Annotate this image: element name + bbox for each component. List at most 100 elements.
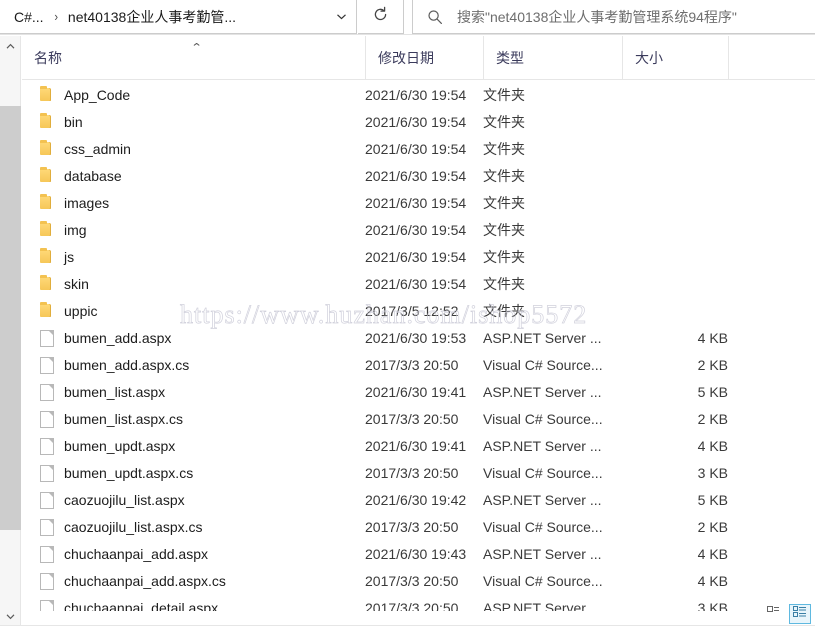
file-icon [39,383,54,401]
search-box[interactable]: 搜索"net40138企业人事考勤管理系统94程序" [412,0,815,34]
file-date-modified: 2017/3/3 20:50 [365,356,459,373]
file-icon [39,410,54,428]
file-row-name-cell[interactable]: bumen_list.aspx [22,378,165,405]
file-date-modified: 2021/6/30 19:54 [365,86,467,103]
refresh-button[interactable] [358,0,404,34]
file-row-name-cell[interactable]: database [22,162,122,189]
file-row[interactable]: bumen_add.aspx.cs 2017/3/3 20:50 Visual C#… [22,351,815,378]
file-row-name-cell[interactable]: js [22,243,74,270]
column-header-size[interactable]: 大小 [622,36,728,80]
file-type: 文件夹 [483,302,525,319]
file-row-name-cell[interactable]: skin [22,270,89,297]
file-size [622,108,728,135]
file-row[interactable]: bumen_updt.aspx.cs 2017/3/3 20:50 Visual C… [22,459,815,486]
file-row[interactable]: skin 2021/6/30 19:54 文件夹 [22,270,815,297]
scrollbar-thumb[interactable] [0,106,21,530]
folder-icon [39,302,54,319]
file-name-label: chuchaanpai_add.aspx [64,545,209,562]
folder-icon [39,113,54,130]
file-row-name-cell[interactable]: bumen_add.aspx [22,324,171,351]
file-row-name-cell[interactable]: css_admin [22,135,131,162]
file-row-name-cell[interactable]: chuchaanpai_add.aspx [22,540,208,567]
column-header-date-modified[interactable]: 修改日期 [365,36,483,80]
file-type: ASP.NET Server ... [483,437,602,454]
file-row[interactable]: chuchaanpai_add.aspx 2021/6/30 19:43 ASP.N… [22,540,815,567]
file-row[interactable]: images 2021/6/30 19:54 文件夹 [22,189,815,216]
file-row-name-cell[interactable]: images [22,189,109,216]
file-type: 文件夹 [483,221,525,238]
file-date-modified: 2017/3/3 20:50 [365,572,459,589]
column-header-type-label: 类型 [496,50,524,66]
file-size: 5 KB [697,383,728,400]
file-type: 文件夹 [483,194,525,211]
file-row-name-cell[interactable]: bumen_updt.aspx.cs [22,459,193,486]
file-size: 2 KB [697,518,728,535]
file-date-modified: 2021/6/30 19:41 [365,383,467,400]
file-icon [39,572,54,590]
file-size [622,81,728,108]
file-row[interactable]: chuchaanpai_detail.aspx 2017/3/3 20:50 ASP… [22,594,815,611]
breadcrumb-separator-icon: › [53,9,58,24]
file-row[interactable]: img 2021/6/30 19:54 文件夹 [22,216,815,243]
file-date-modified: 2021/6/30 19:42 [365,491,467,508]
file-row-name-cell[interactable]: chuchaanpai_detail.aspx [22,594,218,611]
file-icon [39,437,54,455]
scroll-down-arrow-icon[interactable] [0,606,21,626]
file-type: ASP.NET Server ... [483,329,602,346]
file-row-name-cell[interactable]: bin [22,108,83,135]
file-type: Visual C# Source... [483,356,603,373]
vertical-scrollbar[interactable] [0,36,21,626]
file-row[interactable]: bin 2021/6/30 19:54 文件夹 [22,108,815,135]
file-date-modified: 2021/6/30 19:54 [365,275,467,292]
file-row-name-cell[interactable]: chuchaanpai_add.aspx.cs [22,567,226,594]
breadcrumb-root[interactable]: C#... [10,7,48,27]
column-header-type[interactable]: 类型 [483,36,622,80]
file-size: 4 KB [697,437,728,454]
file-list[interactable]: App_Code 2021/6/30 19:54 文件夹 bin 2021/6/30 1… [22,81,815,611]
file-row-name-cell[interactable]: caozuojilu_list.aspx [22,486,185,513]
details-view-button[interactable] [789,604,811,624]
file-name-label: css_admin [64,140,131,157]
file-row[interactable]: css_admin 2021/6/30 19:54 文件夹 [22,135,815,162]
file-row[interactable]: bumen_list.aspx.cs 2017/3/3 20:50 Visual C… [22,405,815,432]
file-name-label: bumen_add.aspx [64,329,172,346]
file-row-name-cell[interactable]: img [22,216,87,243]
address-bar[interactable]: C#... › net40138企业人事考勤管... [0,0,357,34]
scroll-up-arrow-icon[interactable] [0,36,21,56]
breadcrumb-current-folder[interactable]: net40138企业人事考勤管... [64,5,326,29]
file-row[interactable]: bumen_updt.aspx 2021/6/30 19:41 ASP.NET Se… [22,432,815,459]
chevron-down-icon[interactable] [326,0,356,33]
file-row-name-cell[interactable]: App_Code [22,81,130,108]
file-type: ASP.NET Server ... [483,545,602,562]
file-row[interactable]: js 2021/6/30 19:54 文件夹 [22,243,815,270]
file-size: 4 KB [697,545,728,562]
list-view-button[interactable] [762,604,784,624]
column-header-name-label: 名称 [34,50,62,66]
file-row[interactable]: caozuojilu_list.aspx.cs 2017/3/3 20:50 Vis… [22,513,815,540]
file-row[interactable]: database 2021/6/30 19:54 文件夹 [22,162,815,189]
search-icon [427,9,443,25]
file-name-label: caozuojilu_list.aspx [64,491,185,508]
explorer-toolbar: C#... › net40138企业人事考勤管... 搜索"net40138企业… [0,0,815,35]
file-row-name-cell[interactable]: bumen_updt.aspx [22,432,175,459]
file-row[interactable]: bumen_list.aspx 2021/6/30 19:41 ASP.NET Se… [22,378,815,405]
file-row[interactable]: App_Code 2021/6/30 19:54 文件夹 [22,81,815,108]
file-row[interactable]: caozuojilu_list.aspx 2021/6/30 19:42 ASP.N… [22,486,815,513]
search-input[interactable]: 搜索"net40138企业人事考勤管理系统94程序" [457,7,737,27]
file-row[interactable]: uppic 2017/3/5 12:52 文件夹 [22,297,815,324]
file-size [622,216,728,243]
file-size: 5 KB [697,491,728,508]
file-row-name-cell[interactable]: bumen_add.aspx.cs [22,351,189,378]
file-size [622,189,728,216]
file-icon [39,491,54,509]
file-row[interactable]: chuchaanpai_add.aspx.cs 2017/3/3 20:50 Vis… [22,567,815,594]
file-row-name-cell[interactable]: bumen_list.aspx.cs [22,405,183,432]
file-row-name-cell[interactable]: uppic [22,297,97,324]
file-row-name-cell[interactable]: caozuojilu_list.aspx.cs [22,513,203,540]
file-date-modified: 2021/6/30 19:54 [365,167,467,184]
column-header-name[interactable]: 名称 ⌃ [22,36,365,80]
file-row[interactable]: bumen_add.aspx 2021/6/30 19:53 ASP.NET Ser… [22,324,815,351]
file-icon [39,356,54,374]
file-type: ASP.NET Server ... [483,383,602,400]
file-date-modified: 2021/6/30 19:43 [365,545,467,562]
